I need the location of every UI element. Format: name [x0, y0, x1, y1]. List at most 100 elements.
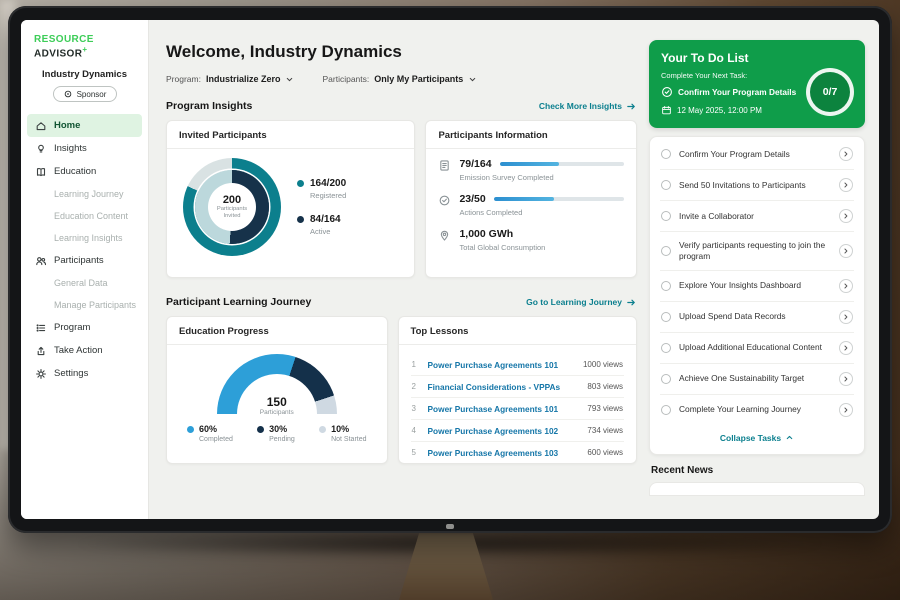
- task-row-upload-educational-content[interactable]: Upload Additional Educational Content: [660, 333, 854, 364]
- recent-news-card: [649, 482, 865, 496]
- lesson-link[interactable]: Power Purchase Agreements 101: [428, 360, 575, 370]
- checkbox-icon[interactable]: [661, 211, 671, 221]
- main-content: Welcome, Industry Dynamics Program: Indu…: [149, 20, 649, 519]
- todo-next-task[interactable]: Confirm Your Program Details: [661, 86, 807, 98]
- legend-value: 60%: [199, 424, 233, 434]
- go-to-learning-journey-link[interactable]: Go to Learning Journey: [526, 297, 637, 308]
- journey-cards-row: Education Progress 150 Participants: [166, 316, 637, 464]
- task-row-invite-collaborator[interactable]: Invite a Collaborator: [660, 201, 854, 232]
- chevron-up-icon: [785, 433, 794, 442]
- checkbox-icon[interactable]: [661, 246, 671, 256]
- chevron-right-icon[interactable]: [839, 244, 853, 258]
- chevron-right-icon[interactable]: [839, 147, 853, 161]
- brand-resource: RESOURCE: [34, 34, 94, 45]
- legend-dot: [257, 426, 264, 433]
- sidebar-item-education-content[interactable]: Education Content: [21, 205, 148, 227]
- divider: [399, 344, 636, 345]
- nav-label: Learning Insights: [54, 233, 123, 243]
- nav-label: Manage Participants: [54, 300, 136, 310]
- task-label: Achieve One Sustainability Target: [679, 373, 831, 384]
- stat-label: Emission Survey Completed: [459, 173, 624, 182]
- lesson-row[interactable]: 4 Power Purchase Agreements 102 734 view…: [411, 420, 624, 442]
- sidebar-item-learning-insights[interactable]: Learning Insights: [21, 227, 148, 249]
- stat-progress-fill: [494, 197, 554, 201]
- sidebar-item-insights[interactable]: Insights: [21, 137, 148, 160]
- check-more-insights-link[interactable]: Check More Insights: [539, 101, 637, 112]
- stat-label: Actions Completed: [459, 208, 624, 217]
- sidebar-item-participants[interactable]: Participants: [21, 249, 148, 272]
- lesson-link[interactable]: Power Purchase Agreements 103: [428, 448, 580, 458]
- chevron-right-icon[interactable]: [839, 403, 853, 417]
- arrow-right-icon: [626, 297, 637, 308]
- nav-label: Settings: [54, 368, 88, 379]
- legend-dot: [297, 180, 304, 187]
- lesson-row[interactable]: 3 Power Purchase Agreements 101 793 view…: [411, 398, 624, 420]
- card-title: Top Lessons: [411, 326, 624, 337]
- chevron-down-icon: [468, 75, 477, 84]
- participants-dropdown[interactable]: Participants: Only My Participants: [322, 74, 477, 84]
- task-row-send-invitations[interactable]: Send 50 Invitations to Participants: [660, 170, 854, 201]
- task-row-explore-insights[interactable]: Explore Your Insights Dashboard: [660, 271, 854, 302]
- invited-donut-center: 200 Participants Invited: [208, 183, 256, 231]
- chevron-right-icon[interactable]: [839, 178, 853, 192]
- checkbox-icon[interactable]: [661, 343, 671, 353]
- divider: [167, 148, 414, 149]
- task-row-complete-learning-journey[interactable]: Complete Your Learning Journey: [660, 395, 854, 425]
- lesson-row[interactable]: 5 Power Purchase Agreements 103 600 view…: [411, 442, 624, 463]
- checkbox-icon[interactable]: [661, 374, 671, 384]
- checkbox-icon[interactable]: [661, 405, 671, 415]
- task-label: Invite a Collaborator: [679, 211, 831, 222]
- nav-label: Participants: [54, 255, 104, 266]
- checkbox-icon[interactable]: [661, 149, 671, 159]
- top-lessons-card: Top Lessons 1 Power Purchase Agreements …: [398, 316, 637, 464]
- legend-active: 84/164 Active: [297, 214, 346, 236]
- legend-dot: [319, 426, 326, 433]
- lightbulb-icon: [35, 143, 47, 155]
- stat-actions-completed: 23/50 Actions Completed: [438, 193, 624, 217]
- task-row-confirm-program[interactable]: Confirm Your Program Details: [660, 139, 854, 170]
- task-row-verify-participants[interactable]: Verify participants requesting to join t…: [660, 232, 854, 271]
- lesson-row[interactable]: 1 Power Purchase Agreements 101 1000 vie…: [411, 354, 624, 376]
- lesson-link[interactable]: Power Purchase Agreements 101: [428, 404, 580, 414]
- legend-not-started: 10% Not Started: [319, 424, 366, 443]
- chevron-right-icon[interactable]: [839, 209, 853, 223]
- invited-legend: 164/200 Registered 84/164 Active: [297, 178, 346, 236]
- chevron-right-icon[interactable]: [839, 341, 853, 355]
- check-circle-icon: [661, 86, 673, 98]
- sidebar-item-take-action[interactable]: Take Action: [21, 339, 148, 362]
- checkbox-icon[interactable]: [661, 180, 671, 190]
- task-row-achieve-target[interactable]: Achieve One Sustainability Target: [660, 364, 854, 395]
- sidebar-item-manage-participants[interactable]: Manage Participants: [21, 294, 148, 316]
- sidebar-item-settings[interactable]: Settings: [21, 362, 148, 385]
- sidebar: RESOURCE ADVISOR+ Industry Dynamics Spon…: [21, 20, 149, 519]
- task-label: Upload Spend Data Records: [679, 311, 831, 322]
- chevron-right-icon[interactable]: [839, 279, 853, 293]
- checkbox-icon[interactable]: [661, 281, 671, 291]
- legend-dot: [297, 216, 304, 223]
- lesson-row[interactable]: 2 Financial Considerations - VPPAs 803 v…: [411, 376, 624, 398]
- lesson-link[interactable]: Power Purchase Agreements 102: [428, 426, 580, 436]
- legend-label: Not Started: [331, 436, 366, 443]
- nav-label: Program: [54, 322, 90, 333]
- chevron-right-icon[interactable]: [839, 372, 853, 386]
- stat-value: 23/50: [459, 193, 485, 205]
- chevron-right-icon[interactable]: [839, 310, 853, 324]
- lesson-rank: 2: [412, 382, 420, 391]
- nav-label: Learning Journey: [54, 189, 124, 199]
- task-row-upload-spend-data[interactable]: Upload Spend Data Records: [660, 302, 854, 333]
- sidebar-item-program[interactable]: Program: [21, 316, 148, 339]
- checkbox-icon[interactable]: [661, 312, 671, 322]
- nav-label: Take Action: [54, 345, 103, 356]
- task-label: Send 50 Invitations to Participants: [679, 180, 831, 191]
- sidebar-item-learning-journey[interactable]: Learning Journey: [21, 183, 148, 205]
- education-gauge-chart: 150 Participants: [217, 354, 337, 416]
- sidebar-item-education[interactable]: Education: [21, 160, 148, 183]
- sidebar-item-home[interactable]: Home: [27, 114, 142, 137]
- collapse-tasks-link[interactable]: Collapse Tasks: [660, 425, 854, 452]
- lesson-link[interactable]: Financial Considerations - VPPAs: [428, 382, 580, 392]
- home-icon: [35, 120, 47, 132]
- todo-task-list: Confirm Your Program Details Send 50 Inv…: [649, 136, 865, 455]
- program-dropdown[interactable]: Program: Industrialize Zero: [166, 74, 294, 84]
- sidebar-item-general-data[interactable]: General Data: [21, 272, 148, 294]
- sponsor-badge[interactable]: Sponsor: [53, 86, 117, 102]
